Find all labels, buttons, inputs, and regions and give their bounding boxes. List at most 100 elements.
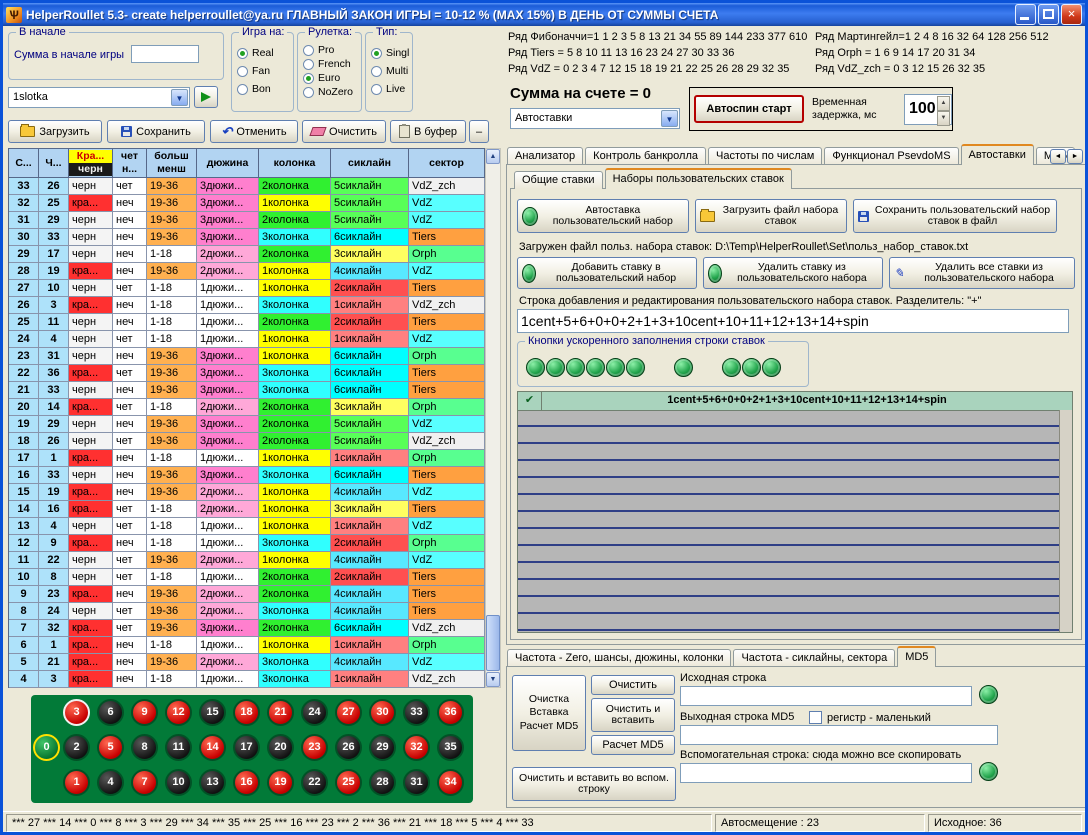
bet-list-row[interactable]: [518, 427, 1059, 444]
table-row[interactable]: 134чернчет1-181дюжи...1колонка1сиклайнVd…: [9, 518, 485, 535]
radio-bon[interactable]: Bon: [237, 83, 293, 95]
play-button[interactable]: [194, 86, 218, 108]
roulette-number-14[interactable]: 14: [199, 734, 226, 761]
table-row[interactable]: 1122чернчет19-362дюжи...1колонка4сиклайн…: [9, 552, 485, 569]
tab-5[interactable]: Автоставки: [961, 144, 1034, 165]
table-row[interactable]: 3129черннеч19-363дюжи...2колонка5сиклайн…: [9, 212, 485, 229]
subtab-1[interactable]: Общие ставки: [514, 171, 603, 189]
add-bet-button[interactable]: Добавить ставку в пользовательский набор: [517, 257, 697, 289]
table-row[interactable]: 43кра...неч1-181дюжи...3колонка1сиклайнV…: [9, 671, 485, 688]
table-row[interactable]: 2014кра...чет1-182дюжи...2колонка3сиклай…: [9, 399, 485, 416]
aux-string-input[interactable]: [680, 763, 972, 783]
column-header[interactable]: колонка: [259, 149, 331, 178]
roulette-number-8[interactable]: 8: [131, 734, 158, 761]
table-row[interactable]: 1519кра...неч19-362дюжи...1колонка4сикла…: [9, 484, 485, 501]
radio-french[interactable]: French: [303, 58, 361, 70]
table-row[interactable]: 1826чернчет19-363дюжи...2колонка5сиклайн…: [9, 433, 485, 450]
bet-list-row[interactable]: [518, 597, 1059, 614]
column-header[interactable]: четн...: [113, 149, 147, 178]
tab-scroll-right-button[interactable]: ►: [1067, 149, 1083, 164]
coin-button[interactable]: [979, 762, 998, 781]
clear-paste-aux-button[interactable]: Очистить и вставить во вспом. строку: [512, 767, 676, 801]
roulette-number-11[interactable]: 11: [165, 734, 192, 761]
roulette-number-24[interactable]: 24: [301, 699, 328, 726]
roulette-number-31[interactable]: 31: [403, 769, 430, 796]
minus-button[interactable]: –: [469, 120, 489, 143]
radio-pro[interactable]: Pro: [303, 44, 361, 56]
roulette-number-10[interactable]: 10: [165, 769, 192, 796]
table-row[interactable]: 2917черннеч1-182дюжи...2колонка3сиклайнO…: [9, 246, 485, 263]
bet-list-row[interactable]: [518, 512, 1059, 529]
roulette-number-33[interactable]: 33: [403, 699, 430, 726]
save-bet-set-file-button[interactable]: Сохранить пользовательский набор ставок …: [853, 199, 1057, 233]
radio-nozero[interactable]: NoZero: [303, 86, 361, 98]
coin-button[interactable]: [546, 358, 565, 377]
table-row[interactable]: 3033черннеч19-363дюжи...3колонка6сиклайн…: [9, 229, 485, 246]
chevron-down-icon[interactable]: ▼: [661, 110, 678, 127]
table-row[interactable]: 2236кра...чет19-363дюжи...3колонка6сикла…: [9, 365, 485, 382]
subtab-2[interactable]: Наборы пользовательских ставок: [605, 168, 792, 189]
radio-fan[interactable]: Fan: [237, 65, 293, 77]
roulette-number-22[interactable]: 22: [301, 769, 328, 796]
roulette-number-20[interactable]: 20: [267, 734, 294, 761]
tab-4[interactable]: Функционал PsevdoMS: [824, 147, 958, 165]
roulette-number-16[interactable]: 16: [233, 769, 260, 796]
bet-list-row[interactable]: [518, 410, 1059, 427]
bet-list-row[interactable]: [518, 444, 1059, 461]
freq-tab-2[interactable]: Частота - сиклайны, сектора: [733, 649, 895, 667]
coin-button[interactable]: [586, 358, 605, 377]
clear-button[interactable]: Очистить: [302, 120, 386, 143]
autobet-user-set-button[interactable]: Автоставка пользовательский набор: [517, 199, 689, 233]
roulette-number-21[interactable]: 21: [267, 699, 294, 726]
md5-clear-button[interactable]: Очистить: [591, 675, 675, 695]
radio-live[interactable]: Live: [371, 83, 412, 95]
roulette-number-18[interactable]: 18: [233, 699, 260, 726]
roulette-number-28[interactable]: 28: [369, 769, 396, 796]
roulette-number-23[interactable]: 23: [301, 734, 328, 761]
roulette-number-0[interactable]: 0: [33, 734, 60, 761]
roulette-number-12[interactable]: 12: [165, 699, 192, 726]
coin-button[interactable]: [526, 358, 545, 377]
radio-multi[interactable]: Multi: [371, 65, 412, 77]
lowercase-checkbox[interactable]: [809, 711, 822, 724]
column-header[interactable]: сиклайн: [331, 149, 409, 178]
roulette-number-3[interactable]: 3: [63, 699, 90, 726]
autobets-select[interactable]: Автоставки ▼: [510, 108, 680, 129]
tab-scroll-left-button[interactable]: ◄: [1050, 149, 1066, 164]
bet-list-row[interactable]: [518, 529, 1059, 546]
tab-2[interactable]: Контроль банкролла: [585, 147, 706, 165]
roulette-number-17[interactable]: 17: [233, 734, 260, 761]
bet-list-row[interactable]: [518, 461, 1059, 478]
freq-tab-1[interactable]: Частота - Zero, шансы, дюжины, колонки: [507, 649, 731, 667]
tab-3[interactable]: Частоты по числам: [708, 147, 822, 165]
table-row[interactable]: 2511черннеч1-181дюжи...2колонка2сиклайнT…: [9, 314, 485, 331]
roulette-number-5[interactable]: 5: [97, 734, 124, 761]
md5-clear-and-paste-button[interactable]: Очистить и вставить: [591, 698, 675, 732]
column-header[interactable]: С...: [9, 149, 39, 178]
bet-list-row[interactable]: [518, 546, 1059, 563]
table-row[interactable]: 521кра...неч19-362дюжи...3колонка4сиклай…: [9, 654, 485, 671]
table-scrollbar[interactable]: ▲ ▼: [485, 148, 501, 688]
roulette-number-6[interactable]: 6: [97, 699, 124, 726]
chevron-down-icon[interactable]: ▼: [171, 89, 188, 106]
autospin-start-button[interactable]: Автоспин старт: [694, 95, 804, 123]
slot-select[interactable]: 1slotka ▼: [8, 87, 190, 108]
undo-button[interactable]: ↶Отменить: [210, 120, 298, 143]
bet-list-row[interactable]: [518, 580, 1059, 597]
roulette-number-35[interactable]: 35: [437, 734, 464, 761]
table-row[interactable]: 1929черннеч19-363дюжи...2колонка5сиклайн…: [9, 416, 485, 433]
coin-button[interactable]: [742, 358, 761, 377]
title-bar[interactable]: Ѱ HelperRoullet 5.3- create helperroulle…: [3, 3, 1085, 26]
tab-1[interactable]: Анализатор: [507, 147, 583, 165]
start-sum-input[interactable]: [131, 45, 199, 63]
roulette-number-34[interactable]: 34: [437, 769, 464, 796]
roulette-number-26[interactable]: 26: [335, 734, 362, 761]
save-button[interactable]: Сохранить: [107, 120, 205, 143]
coin-button[interactable]: [762, 358, 781, 377]
load-bet-set-file-button[interactable]: Загрузить файл набора ставок: [695, 199, 847, 233]
coin-button[interactable]: [674, 358, 693, 377]
roulette-number-9[interactable]: 9: [131, 699, 158, 726]
table-row[interactable]: 61кра...неч1-181дюжи...1колонка1сиклайнO…: [9, 637, 485, 654]
table-row[interactable]: 263кра...неч1-181дюжи...3колонка1сиклайн…: [9, 297, 485, 314]
coin-button[interactable]: [606, 358, 625, 377]
